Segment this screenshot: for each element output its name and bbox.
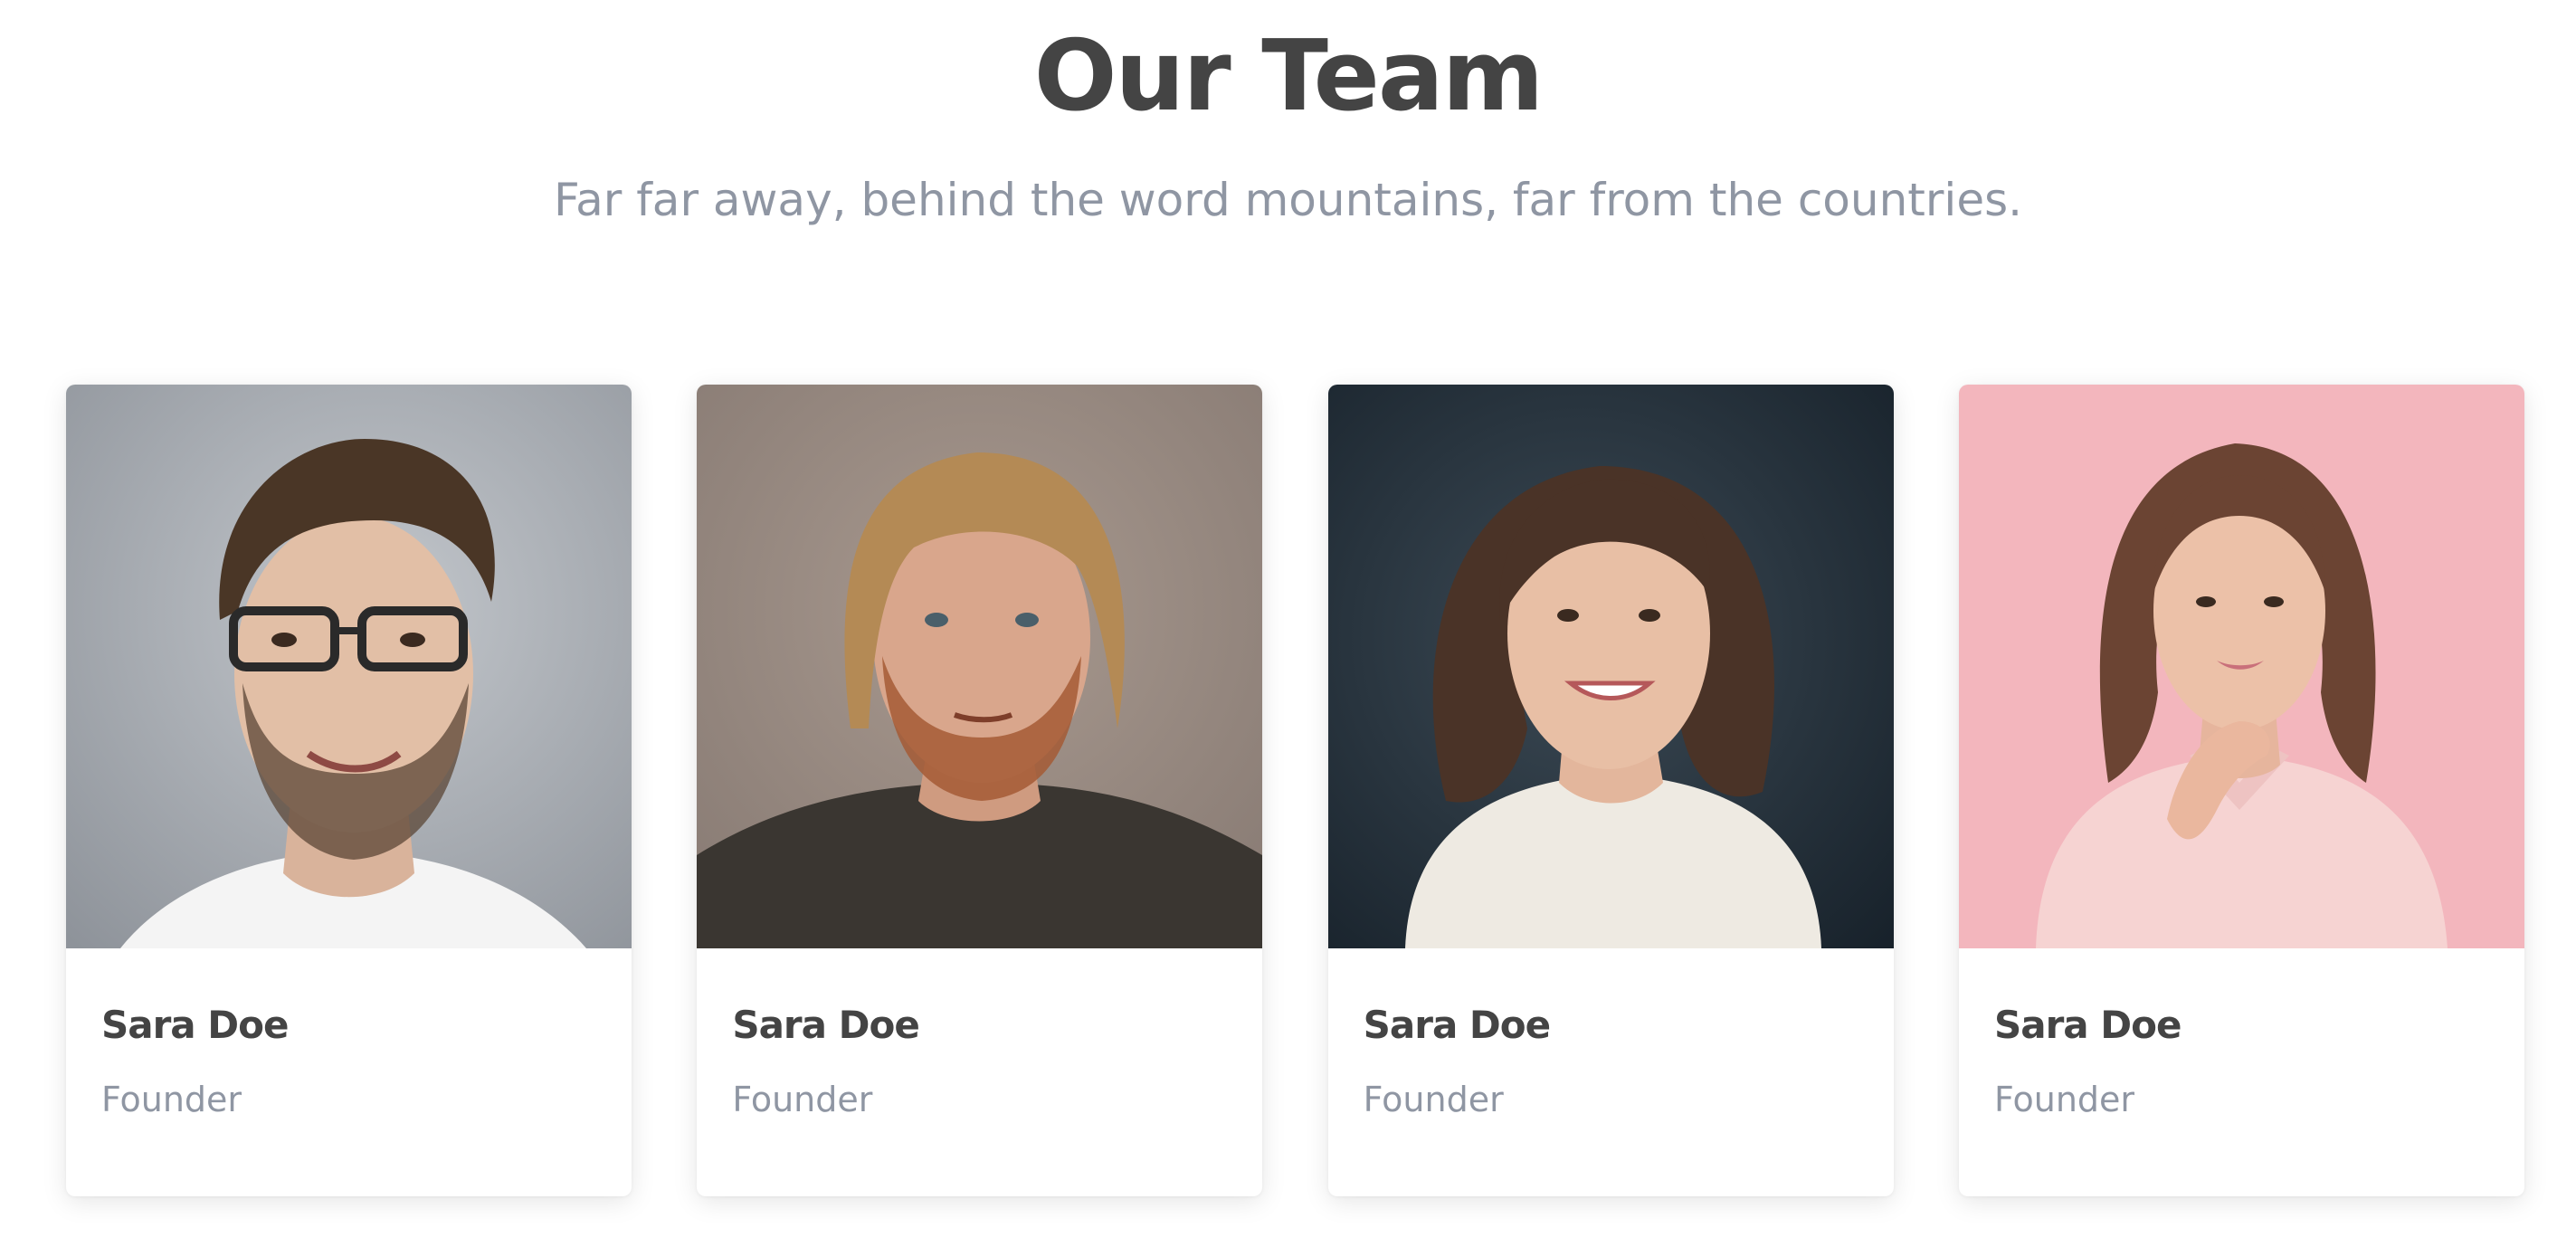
section-subtitle: Far far away, behind the word mountains,… (553, 174, 2023, 226)
team-member-card[interactable]: Sara Doe Founder (66, 385, 632, 1196)
section-title: Our Team (1033, 20, 1545, 133)
team-member-photo (66, 385, 632, 948)
team-member-card[interactable]: Sara Doe Founder (1327, 385, 1894, 1196)
team-member-name: Sara Doe (1363, 1003, 1551, 1047)
team-member-name: Sara Doe (101, 1003, 289, 1047)
team-member-name: Sara Doe (1993, 1003, 2182, 1047)
team-member-photo (697, 385, 1263, 948)
team-member-card[interactable]: Sara Doe Founder (1958, 385, 2524, 1196)
team-member-photo (1327, 385, 1894, 948)
team-member-card[interactable]: Sara Doe Founder (697, 385, 1263, 1196)
team-member-role: Founder (732, 1080, 873, 1119)
team-grid: Sara Doe Founder Sara Doe Founder Sara D… (66, 385, 2524, 1199)
team-member-photo (1958, 385, 2524, 948)
team-member-name: Sara Doe (732, 1003, 919, 1047)
team-member-role: Founder (101, 1080, 242, 1119)
team-member-role: Founder (1363, 1080, 1504, 1119)
team-member-role: Founder (1993, 1080, 2135, 1119)
